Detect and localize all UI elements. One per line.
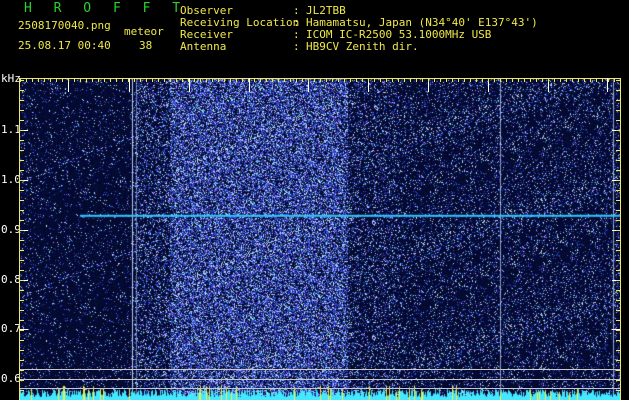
plot-axes — [19, 78, 621, 400]
